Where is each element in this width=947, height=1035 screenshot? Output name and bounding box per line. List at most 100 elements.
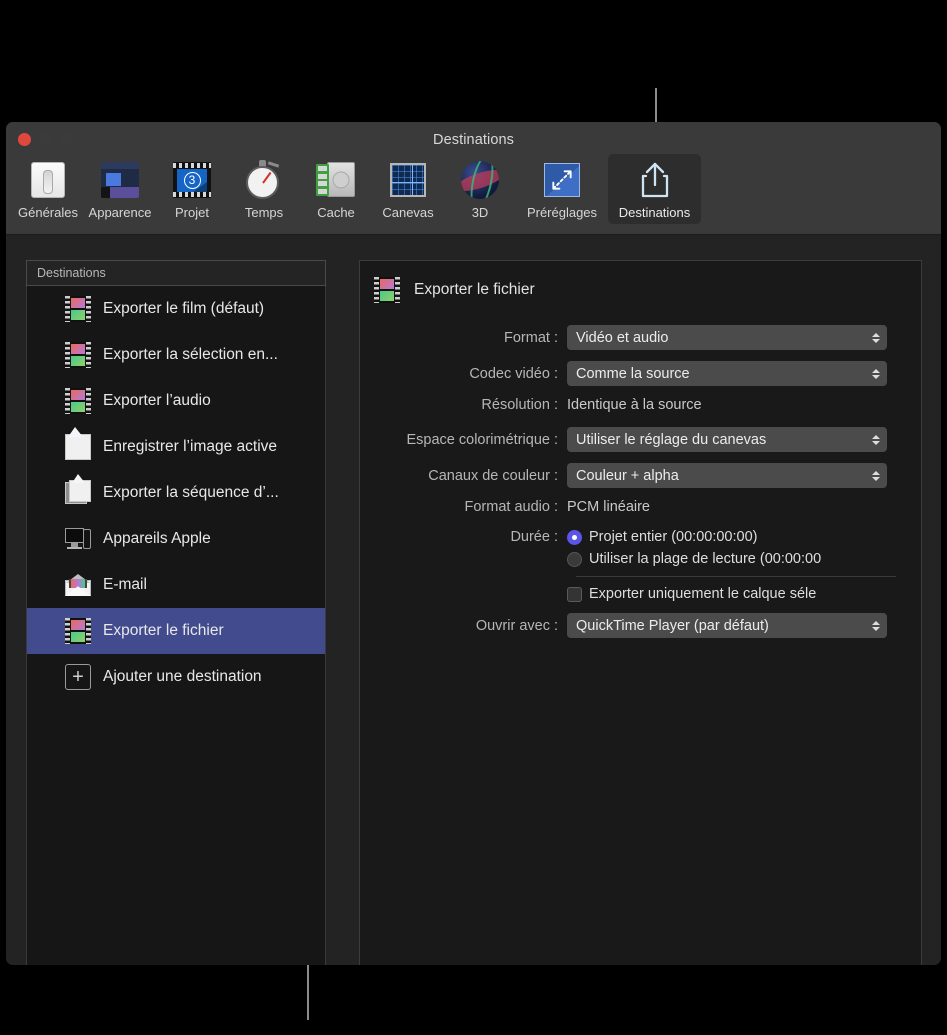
- open-with-select-value: QuickTime Player (par défaut): [576, 618, 769, 634]
- field-open-with: Ouvrir avec : QuickTime Player (par défa…: [360, 613, 921, 638]
- field-duration: Durée : Projet entier (00:00:00:00): [360, 529, 921, 545]
- toolbar-item-apparence[interactable]: Apparence: [84, 154, 156, 224]
- toolbar-item-cache[interactable]: Cache: [300, 154, 372, 224]
- field-label: Durée :: [360, 529, 567, 545]
- chevron-updown-icon: [872, 333, 880, 343]
- general-switch-icon: [27, 159, 69, 201]
- film-strip-icon: [65, 388, 91, 414]
- export-selected-layer-label: Exporter uniquement le calque séle: [589, 586, 816, 602]
- film-strip-icon: [65, 342, 91, 368]
- colorspace-select-value: Utiliser le réglage du canevas: [576, 432, 766, 448]
- toolbar-item-generales[interactable]: Générales: [12, 154, 84, 224]
- checkbox-icon[interactable]: [567, 587, 582, 602]
- form-divider-wrap: [576, 576, 921, 577]
- photo-stack-icon: [65, 480, 91, 506]
- colorspace-select[interactable]: Utiliser le réglage du canevas: [567, 427, 887, 452]
- chevron-updown-icon: [872, 369, 880, 379]
- format-select[interactable]: Vidéo et audio: [567, 325, 887, 350]
- mail-icon: [65, 572, 91, 598]
- toolbar-item-label: Projet: [175, 205, 209, 220]
- toolbar-item-label: Apparence: [89, 205, 152, 220]
- divider: [576, 576, 896, 577]
- stopwatch-icon: [243, 159, 285, 201]
- field-label: Codec vidéo :: [360, 366, 567, 382]
- list-item[interactable]: Exporter la séquence d’...: [27, 470, 325, 516]
- preferences-content: Destinations Exporter le film (défaut): [6, 235, 941, 965]
- list-item-label: Appareils Apple: [103, 530, 211, 548]
- list-item[interactable]: Exporter le film (défaut): [27, 286, 325, 332]
- field-label: Canaux de couleur :: [360, 468, 567, 484]
- toolbar-item-3d[interactable]: 3D: [444, 154, 516, 224]
- list-item[interactable]: Exporter l’audio: [27, 378, 325, 424]
- export-selected-layer-checkbox-row[interactable]: Exporter uniquement le calque séle: [567, 586, 816, 602]
- open-with-select[interactable]: QuickTime Player (par défaut): [567, 613, 887, 638]
- codec-select[interactable]: Comme la source: [567, 361, 887, 386]
- field-duration-alt: Utiliser la plage de lecture (00:00:00: [360, 551, 921, 567]
- window-titlebar: Destinations Générales Apparence: [6, 122, 941, 235]
- toolbar-item-label: Canevas: [382, 205, 433, 220]
- audio-format-value: PCM linéaire: [567, 499, 650, 515]
- field-format: Format : Vidéo et audio: [360, 325, 921, 350]
- codec-select-value: Comme la source: [576, 366, 690, 382]
- appearance-icon: [99, 159, 141, 201]
- duration-radio-play-range[interactable]: Utiliser la plage de lecture (00:00:00: [567, 551, 821, 567]
- radio-icon[interactable]: [567, 552, 582, 567]
- list-item-add-destination[interactable]: + Ajouter une destination: [27, 654, 325, 700]
- toolbar-item-label: Destinations: [619, 205, 691, 220]
- toolbar-item-label: Temps: [245, 205, 283, 220]
- toolbar-item-temps[interactable]: Temps: [228, 154, 300, 224]
- chevron-updown-icon: [872, 471, 880, 481]
- plus-square-icon: +: [65, 664, 91, 690]
- list-item-selected[interactable]: Exporter le fichier: [27, 608, 325, 654]
- list-item[interactable]: Appareils Apple: [27, 516, 325, 562]
- photo-icon: [65, 434, 91, 460]
- toolbar-item-label: Préréglages: [527, 205, 597, 220]
- list-item-label: Exporter le film (défaut): [103, 300, 264, 318]
- field-export-selected-layer: Exporter uniquement le calque séle: [360, 586, 921, 602]
- detail-form: Format : Vidéo et audio Codec vidéo : Co…: [360, 325, 921, 638]
- list-item-label: Ajouter une destination: [103, 668, 262, 686]
- toolbar-item-projet[interactable]: 3 Projet: [156, 154, 228, 224]
- toolbar-item-destinations[interactable]: Destinations: [608, 154, 701, 224]
- list-item[interactable]: Enregistrer l’image active: [27, 424, 325, 470]
- field-codec: Codec vidéo : Comme la source: [360, 361, 921, 386]
- format-select-value: Vidéo et audio: [576, 330, 668, 346]
- field-label: Résolution :: [360, 397, 567, 413]
- toolbar-item-prereglages[interactable]: Préréglages: [516, 154, 608, 224]
- preferences-window: Destinations Générales Apparence: [6, 122, 941, 965]
- film-strip-icon: [65, 296, 91, 322]
- destinations-list[interactable]: Exporter le film (défaut) Exporter la sé…: [26, 286, 326, 965]
- field-label: Format audio :: [360, 499, 567, 515]
- film-strip-icon: [65, 618, 91, 644]
- radio-icon-selected[interactable]: [567, 530, 582, 545]
- 3d-sphere-icon: [459, 159, 501, 201]
- field-resolution: Résolution : Identique à la source: [360, 397, 921, 413]
- film-strip-icon: [374, 277, 400, 303]
- window-title: Destinations: [6, 132, 941, 148]
- list-item[interactable]: E-mail: [27, 562, 325, 608]
- destinations-sidebar: Destinations Exporter le film (défaut): [26, 260, 326, 965]
- chevron-updown-icon: [872, 435, 880, 445]
- duration-radio-whole-project[interactable]: Projet entier (00:00:00:00): [567, 529, 757, 545]
- detail-title: Exporter le fichier: [414, 281, 535, 299]
- list-item-label: Exporter l’audio: [103, 392, 211, 410]
- preferences-toolbar[interactable]: Générales Apparence 3 Projet: [6, 154, 941, 224]
- list-item[interactable]: Exporter la sélection en...: [27, 332, 325, 378]
- color-channels-select[interactable]: Couleur + alpha: [567, 463, 887, 488]
- list-item-label: Exporter la séquence d’...: [103, 484, 279, 502]
- screenshot-root: Destinations Générales Apparence: [0, 0, 947, 1035]
- sidebar-header: Destinations: [26, 260, 326, 286]
- project-film-icon: 3: [171, 159, 213, 201]
- chevron-updown-icon: [872, 621, 880, 631]
- list-item-label: Exporter le fichier: [103, 622, 224, 640]
- detail-header: Exporter le fichier: [360, 261, 921, 303]
- field-audio-format: Format audio : PCM linéaire: [360, 499, 921, 515]
- duration-option-label: Utiliser la plage de lecture (00:00:00: [589, 551, 821, 567]
- duration-option-label: Projet entier (00:00:00:00): [589, 529, 757, 545]
- cache-disk-icon: [315, 159, 357, 201]
- toolbar-item-label: Cache: [317, 205, 355, 220]
- field-label: Ouvrir avec :: [360, 618, 567, 634]
- field-color-channels: Canaux de couleur : Couleur + alpha: [360, 463, 921, 488]
- presets-arrow-icon: [541, 159, 583, 201]
- toolbar-item-canevas[interactable]: Canevas: [372, 154, 444, 224]
